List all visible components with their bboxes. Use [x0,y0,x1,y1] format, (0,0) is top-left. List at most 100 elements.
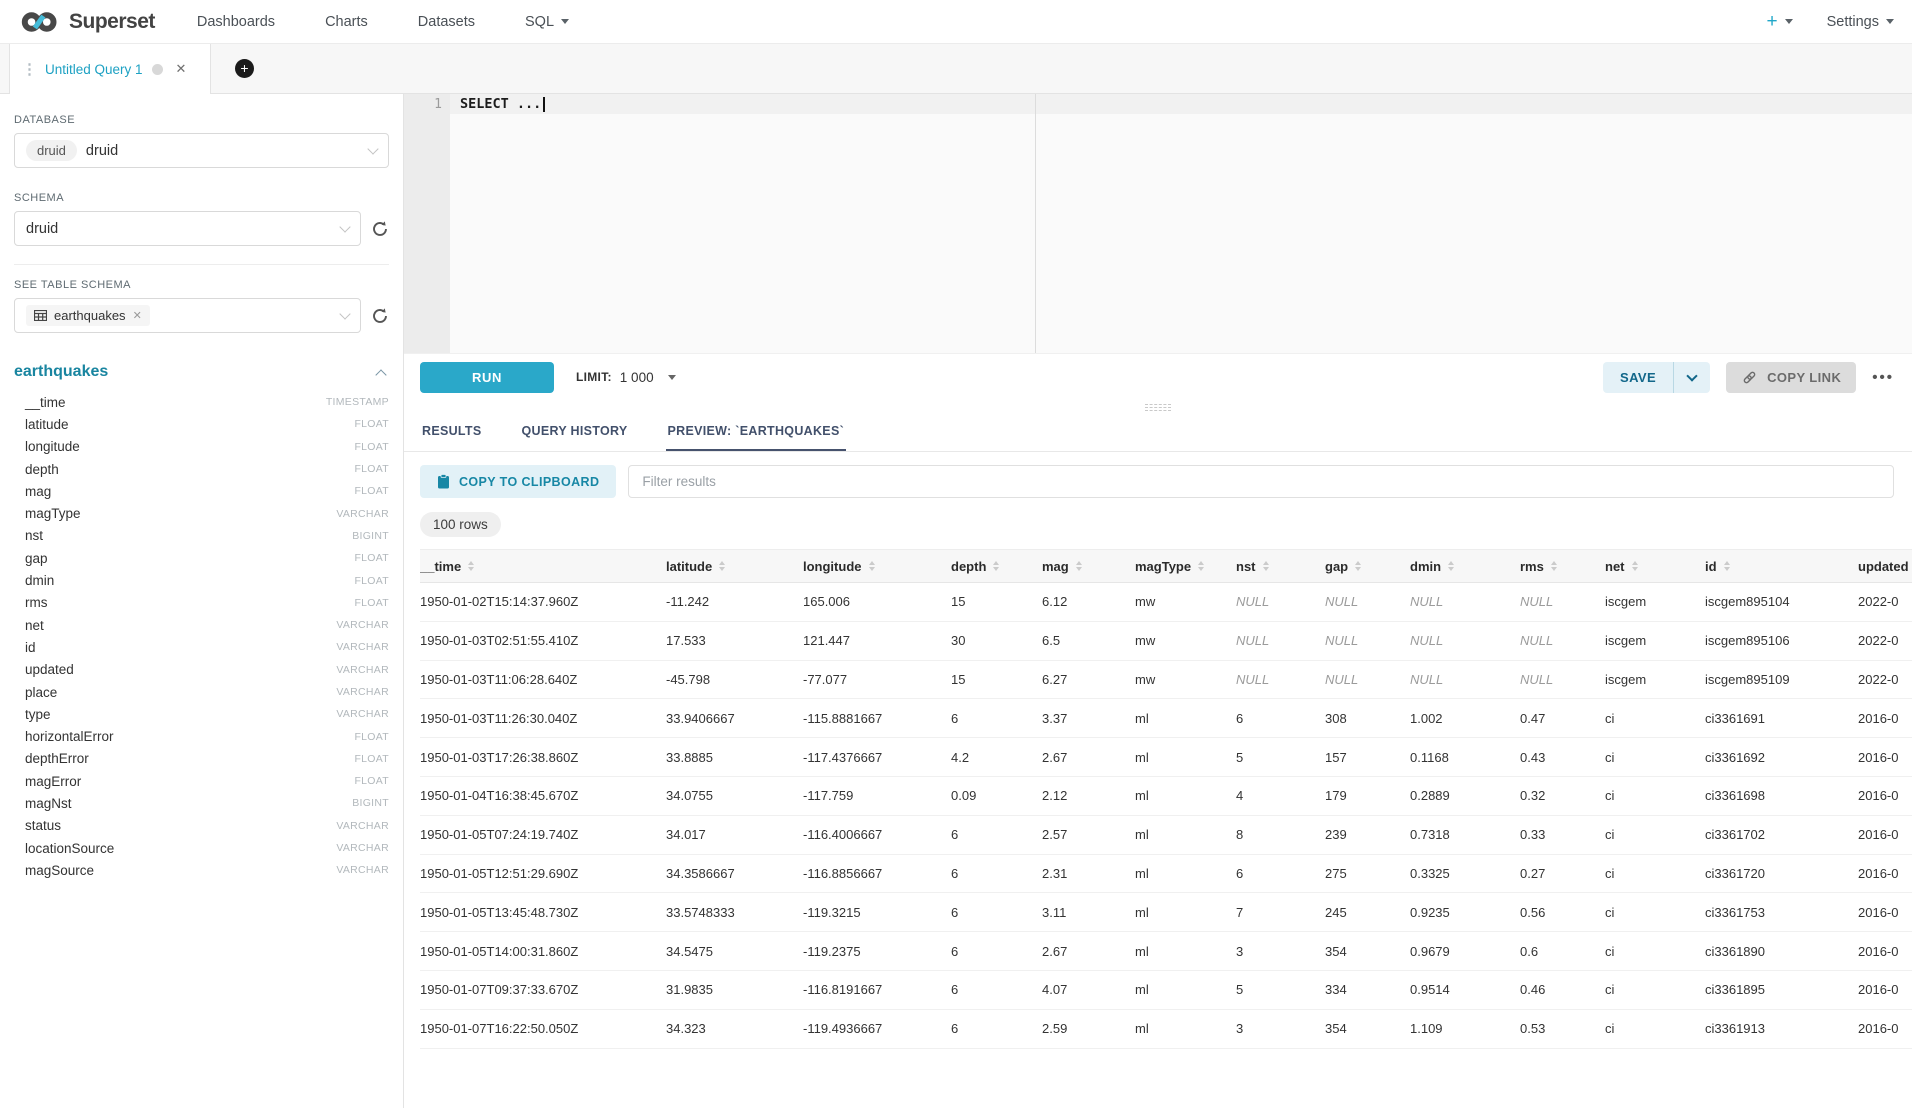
main-split: DATABASE druid druid SCHEMA druid [0,94,1912,1108]
sql-editor[interactable]: 1 SELECT ... [404,94,1912,354]
table-column-row: id VARCHAR [14,636,389,658]
save-options-button[interactable] [1674,362,1710,393]
copy-link-button[interactable]: COPY LINK [1726,362,1856,393]
grid-cell: iscgem895109 [1705,672,1858,687]
refresh-tables-button[interactable] [371,307,389,325]
column-type: VARCHAR [336,664,389,676]
sort-icon[interactable] [1448,561,1454,571]
column-type: VARCHAR [336,842,389,854]
grid-cell: 6 [951,827,1042,842]
sort-icon[interactable] [1551,561,1557,571]
column-name: mag [25,484,51,499]
limit-dropdown[interactable]: LIMIT: 1 000 [576,370,676,385]
new-item-button[interactable]: + [1766,12,1792,31]
grid-cell: 2016-0 [1858,982,1912,997]
database-select[interactable]: druid druid [14,133,389,168]
grid-column-header[interactable]: magType [1135,559,1236,574]
grid-cell: ci [1605,827,1705,842]
main-nav: Dashboards Charts Datasets SQL [197,14,569,30]
sort-icon[interactable] [1355,561,1361,571]
grid-cell: 165.006 [803,594,951,609]
tab-untitled-query[interactable]: ⋮ Untitled Query 1 ✕ [9,44,211,94]
column-name: id [25,640,36,655]
table-column-row: updated VARCHAR [14,659,389,681]
grid-column-header[interactable]: gap [1325,559,1410,574]
table-name-heading[interactable]: earthquakes [14,363,108,381]
result-tab[interactable]: RESULTS [420,414,484,451]
run-button[interactable]: RUN [420,362,554,393]
editor-split-divider[interactable] [1035,94,1036,353]
refresh-schema-button[interactable] [371,220,389,238]
result-tabs: RESULTS QUERY HISTORY PREVIEW: `EARTHQUA… [404,414,1912,452]
grid-cell: ml [1135,982,1236,997]
grid-cell: 0.6 [1520,944,1605,959]
more-actions-button[interactable]: ••• [1872,369,1894,386]
grid-column-header[interactable]: updated [1858,559,1912,574]
sqllab-content: 1 SELECT ... RUN LIMIT: 1 000 [404,94,1912,1108]
nav-item[interactable]: Datasets [418,14,475,30]
nav-item[interactable]: Charts [325,14,368,30]
sort-icon[interactable] [468,561,474,571]
sort-icon[interactable] [1724,561,1730,571]
grid-column-header[interactable]: nst [1236,559,1325,574]
grid-cell: 354 [1325,944,1410,959]
grid-cell: 1950-01-07T16:22:50.050Z [420,1021,666,1036]
drag-handle-icon[interactable]: ⋮ [22,60,36,78]
remove-table-icon[interactable]: ✕ [133,309,142,322]
sort-icon[interactable] [869,561,875,571]
grid-cell: 239 [1325,827,1410,842]
grid-cell: ci3361890 [1705,944,1858,959]
grid-column-header[interactable]: depth [951,559,1042,574]
grid-cell: 3 [1236,944,1325,959]
limit-label: LIMIT: [576,370,612,384]
grid-cell: 34.5475 [666,944,803,959]
superset-logo[interactable]: Superset [18,9,155,35]
grid-cell: 2016-0 [1858,788,1912,803]
grid-cell: 0.56 [1520,905,1605,920]
pane-resize-handle[interactable] [1145,404,1171,411]
nav-item[interactable]: Dashboards [197,14,275,30]
sort-icon[interactable] [1632,561,1638,571]
close-tab-icon[interactable]: ✕ [176,61,187,77]
sort-icon[interactable] [993,561,999,571]
sort-icon[interactable] [719,561,725,571]
grid-cell: ci3361691 [1705,711,1858,726]
settings-menu[interactable]: Settings [1827,14,1894,30]
sort-icon[interactable] [1263,561,1269,571]
sort-icon[interactable] [1076,561,1082,571]
grid-cell: 2016-0 [1858,1021,1912,1036]
table-column-row: locationSource VARCHAR [14,837,389,859]
result-tab[interactable]: PREVIEW: `EARTHQUAKES` [666,414,847,451]
table-column-row: magError FLOAT [14,770,389,792]
nav-item[interactable]: SQL [525,14,569,30]
refresh-icon [371,307,389,325]
grid-cell: 2022-0 [1858,594,1912,609]
table-select[interactable]: earthquakes ✕ [14,298,361,333]
grid-column-header[interactable]: latitude [666,559,803,574]
column-type: FLOAT [354,552,389,564]
sort-icon[interactable] [1198,561,1204,571]
result-tab[interactable]: QUERY HISTORY [520,414,630,451]
grid-cell: ci3361720 [1705,866,1858,881]
column-type: FLOAT [354,441,389,453]
filter-results-input[interactable] [628,465,1894,498]
schema-select[interactable]: druid [14,211,361,246]
grid-cell: 5 [1236,750,1325,765]
column-name: magSource [25,863,94,878]
grid-cell: 3 [1236,1021,1325,1036]
add-tab-button[interactable]: + [235,59,254,78]
copy-to-clipboard-button[interactable]: COPY TO CLIPBOARD [420,465,616,498]
column-type: VARCHAR [336,864,389,876]
save-button[interactable]: SAVE [1603,362,1673,393]
grid-cell: -116.8856667 [803,866,951,881]
grid-column-header[interactable]: id [1705,559,1858,574]
grid-column-header[interactable]: dmin [1410,559,1520,574]
grid-column-header[interactable]: longitude [803,559,951,574]
copy-link-label: COPY LINK [1767,370,1841,385]
grid-column-header[interactable]: mag [1042,559,1135,574]
grid-column-header[interactable]: net [1605,559,1705,574]
collapse-table-icon[interactable] [375,369,386,380]
grid-column-header[interactable]: __time [420,559,666,574]
grid-column-header[interactable]: rms [1520,559,1605,574]
column-name: magNst [25,796,72,811]
